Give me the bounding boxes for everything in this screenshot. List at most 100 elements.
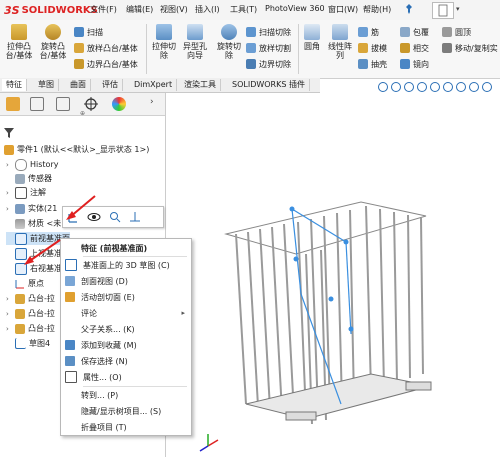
boundary-boss-button[interactable]: 边界凸台/基体 [74,58,138,70]
wrap-button[interactable]: 包覆 [400,26,429,38]
fillet-button[interactable]: 圆角 [300,24,324,51]
menu-item-label: 基准面上的 3D 草图 (C) [83,260,170,270]
menu-help[interactable]: 帮助(H) [363,4,391,15]
menu-item-comment[interactable]: 评论 ▸ [61,306,191,320]
revolve-cut-label: 旋转切 除 [217,42,241,60]
chevron-down-icon[interactable]: ▾ [456,5,460,13]
display-manager-tab-icon[interactable] [112,97,126,111]
expand-arrow-icon[interactable]: › [6,325,12,333]
view-orientation-icon[interactable] [443,82,453,92]
sweep-label: 扫描 [87,27,103,37]
menu-item-parent-child[interactable]: 父子关系... (K) [61,322,191,336]
chevron-right-icon[interactable]: › [150,97,154,107]
normal-to-icon[interactable] [129,211,141,223]
linear-pattern-button[interactable]: 线性阵 列 [326,24,354,60]
annotation-icon [15,186,27,199]
shell-button[interactable]: 抽壳 [358,58,387,70]
feature-manager-tab-icon[interactable] [6,97,20,111]
menu-item-collapse-items[interactable]: 折叠项目 (T) [61,420,191,434]
menu-item-properties[interactable]: 属性... (O) [61,370,191,384]
tree-item-history[interactable]: › History [6,158,58,171]
boundary-cut-button[interactable]: 边界切除 [246,58,291,70]
orientation-icon[interactable] [378,82,388,92]
mirror-button[interactable]: 镜向 [400,58,429,70]
tree-item-material[interactable]: 材质 <未 [6,217,61,230]
expand-arrow-icon[interactable]: › [6,295,12,303]
tab-evaluate[interactable]: 评估 [98,79,123,91]
ribbon-divider [298,24,299,74]
menu-item-add-to-favorites[interactable]: 添加到收藏 (M) [61,338,191,352]
expand-arrow-icon[interactable]: › [6,310,12,318]
move-copy-button[interactable]: 移动/复制实 [442,42,498,54]
menu-file[interactable]: 文件(F) [90,4,117,15]
tree-root-part[interactable]: 零件1 (默认<<默认>_显示状态 1>) [4,143,149,156]
configuration-manager-tab-icon[interactable] [56,97,70,111]
collapse-panel-handle[interactable]: ⊕ [80,110,85,117]
menu-item-save-selection[interactable]: 保存选择 (N) [61,354,191,368]
edit-sketch-icon[interactable] [68,211,80,223]
menu-item-live-section[interactable]: 活动剖切面 (E) [61,290,191,304]
filter-icon[interactable] [4,128,14,138]
tab-dimxpert[interactable]: DimXpert [130,79,178,91]
tree-item-boss-extrude[interactable]: › 凸台-拉 [6,292,55,305]
menu-item-label: 评论 [81,308,97,318]
menu-item-section-view[interactable]: 剖面视图 (D) [61,274,191,288]
draft-button[interactable]: 拔模 [358,42,387,54]
tree-root-label: 零件1 (默认<<默认>_显示状态 1>) [17,145,150,154]
menu-item-3d-sketch-on-plane[interactable]: 基准面上的 3D 草图 (C) [61,258,191,272]
zoom-to-selection-icon[interactable] [109,211,121,223]
appearance-icon[interactable] [482,82,492,92]
tree-item-label: 注解 [30,188,46,197]
tree-item-annotations[interactable]: › 注解 [6,186,46,199]
tab-solidworks-addins[interactable]: SOLIDWORKS 插件 [228,79,310,91]
expand-arrow-icon[interactable]: › [6,205,12,213]
sweep-button[interactable]: 扫描 [74,26,103,38]
tree-item-sensors[interactable]: 传感器 [6,172,52,185]
tree-item-boss-extrude[interactable]: › 凸台-拉 [6,322,55,335]
tab-render-tools[interactable]: 渲染工具 [180,79,221,91]
dome-button[interactable]: 圆顶 [442,26,471,38]
extrude-cut-button[interactable]: 拉伸切 除 [150,24,178,60]
loft-icon [74,43,84,53]
pin-icon[interactable] [404,3,414,15]
revolve-cut-button[interactable]: 旋转切 除 [214,24,244,60]
new-document-icon[interactable] [432,2,454,19]
previous-view-icon[interactable] [417,82,427,92]
tab-surface[interactable]: 曲面 [66,79,91,91]
menu-window[interactable]: 窗口(W) [328,4,358,15]
extrude-boss-button[interactable]: 拉伸凸 台/基体 [4,24,34,60]
revolve-boss-button[interactable]: 旋转凸 台/基体 [38,24,68,60]
intersect-button[interactable]: 相交 [400,42,429,54]
menu-view[interactable]: 视图(V) [160,4,188,15]
tree-item-solid-bodies[interactable]: › 实体(21 [6,202,57,215]
menu-tools[interactable]: 工具(T) [230,4,257,15]
section-view-icon[interactable] [430,82,440,92]
tab-features[interactable]: 特征 [2,79,27,91]
sweep-cut-button[interactable]: 扫描切除 [246,26,291,38]
tree-item-origin[interactable]: 原点 [6,277,44,290]
hole-wizard-button[interactable]: 异型孔 向导 [180,24,210,60]
expand-arrow-icon[interactable]: › [6,161,12,169]
dimxpert-manager-tab-icon[interactable] [84,97,98,111]
zoom-fit-icon[interactable] [391,82,401,92]
menu-photoview[interactable]: PhotoView 360 [265,4,325,13]
tree-item-boss-extrude[interactable]: › 凸台-拉 [6,307,55,320]
menu-insert[interactable]: 插入(I) [195,4,220,15]
display-style-icon[interactable] [456,82,466,92]
sweep-icon [74,27,84,37]
show-eye-icon[interactable] [87,211,101,223]
zoom-area-icon[interactable] [404,82,414,92]
menu-edit[interactable]: 编辑(E) [126,4,153,15]
loft-cut-button[interactable]: 放样切割 [246,42,291,54]
menu-item-go-to[interactable]: 转到... (P) [61,388,191,402]
tree-item-sketch[interactable]: 草图4 [6,337,50,350]
loft-button[interactable]: 放样凸台/基体 [74,42,138,54]
hide-show-icon[interactable] [469,82,479,92]
menu-item-hide-show-tree-items[interactable]: 隐藏/显示树项目... (S) [61,404,191,418]
graphics-area[interactable] [166,94,500,457]
property-manager-tab-icon[interactable] [30,97,44,111]
tab-sketch[interactable]: 草图 [34,79,59,91]
expand-arrow-icon[interactable]: › [6,189,12,197]
rib-button[interactable]: 筋 [358,26,379,38]
loft-label: 放样凸台/基体 [87,43,138,53]
